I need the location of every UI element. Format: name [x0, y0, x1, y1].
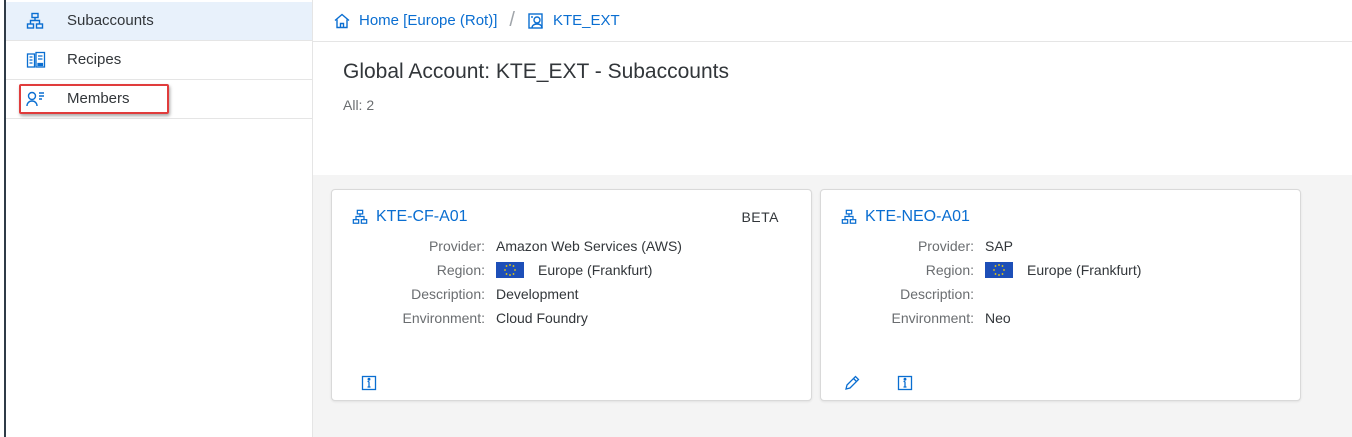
edit-pencil-icon[interactable] [844, 375, 860, 391]
environment-label: Environment: [402, 310, 485, 326]
region-text: Europe (Frankfurt) [538, 262, 653, 278]
environment-value: Neo [985, 310, 1011, 326]
sidebar-item-label: Subaccounts [67, 12, 154, 29]
page-title: Global Account: KTE_EXT - Subaccounts [343, 60, 729, 83]
provider-label: Provider: [428, 238, 485, 254]
subaccount-card-title[interactable]: KTE-NEO-A01 [841, 208, 970, 226]
info-icon[interactable] [361, 375, 377, 391]
region-value: Europe (Frankfurt) [985, 262, 1141, 278]
subaccount-name: KTE-CF-A01 [376, 208, 468, 225]
breadcrumb-home-label: Home [Europe (Rot)] [359, 12, 498, 29]
breadcrumb-home-link[interactable]: Home [Europe (Rot)] [333, 12, 497, 30]
sidebar-item-subaccounts[interactable]: Subaccounts [6, 2, 312, 41]
members-highlight-box [19, 84, 169, 114]
description-label: Description: [900, 286, 974, 302]
description-value: Development [496, 286, 579, 302]
eu-flag-icon [496, 262, 524, 278]
sidebar-item-label: Recipes [67, 51, 122, 68]
home-icon [333, 12, 351, 30]
environment-value: Cloud Foundry [496, 310, 588, 326]
description-label: Description: [411, 286, 485, 302]
region-label: Region: [925, 262, 974, 278]
provider-value: Amazon Web Services (AWS) [496, 238, 682, 254]
global-account-icon [527, 12, 545, 30]
sidebar: Subaccounts Recipes Members [0, 0, 313, 437]
region-row: Region: Europe (Frankfurt) [821, 262, 1141, 282]
subaccount-card[interactable]: KTE-CF-A01 BETA Provider: Amazon Web Ser… [331, 189, 812, 401]
breadcrumb-current[interactable]: KTE_EXT [527, 12, 620, 30]
region-label: Region: [436, 262, 485, 278]
hierarchy-icon [841, 209, 857, 224]
region-row: Region: Europe (Frankfurt) [332, 262, 652, 282]
breadcrumb: Home [Europe (Rot)] / KTE_EXT [313, 0, 1352, 42]
region-value: Europe (Frankfurt) [496, 262, 652, 278]
breadcrumb-separator: / [509, 9, 515, 31]
description-row: Description: [821, 286, 974, 306]
description-row: Description: Development [332, 286, 578, 306]
subaccount-name: KTE-NEO-A01 [865, 208, 970, 225]
provider-label: Provider: [917, 238, 974, 254]
sidebar-item-recipes[interactable]: Recipes [6, 41, 312, 80]
environment-row: Environment: Cloud Foundry [332, 310, 588, 330]
eu-flag-icon [985, 262, 1013, 278]
subaccount-card-title[interactable]: KTE-CF-A01 [352, 208, 468, 226]
provider-value: SAP [985, 238, 1014, 254]
recipes-icon [26, 51, 46, 69]
hierarchy-icon [352, 209, 368, 224]
provider-row: Provider: SAP [821, 238, 1013, 258]
provider-row: Provider: Amazon Web Services (AWS) [332, 238, 682, 258]
region-text: Europe (Frankfurt) [1027, 262, 1142, 278]
subaccount-count: All: 2 [343, 97, 375, 113]
environment-label: Environment: [891, 310, 974, 326]
beta-badge: BETA [741, 209, 779, 225]
environment-row: Environment: Neo [821, 310, 1011, 330]
info-icon[interactable] [897, 375, 913, 391]
subaccount-card[interactable]: KTE-NEO-A01 Provider: SAP Region: Europe… [820, 189, 1301, 401]
hierarchy-icon [26, 12, 44, 30]
breadcrumb-current-label: KTE_EXT [552, 12, 620, 29]
